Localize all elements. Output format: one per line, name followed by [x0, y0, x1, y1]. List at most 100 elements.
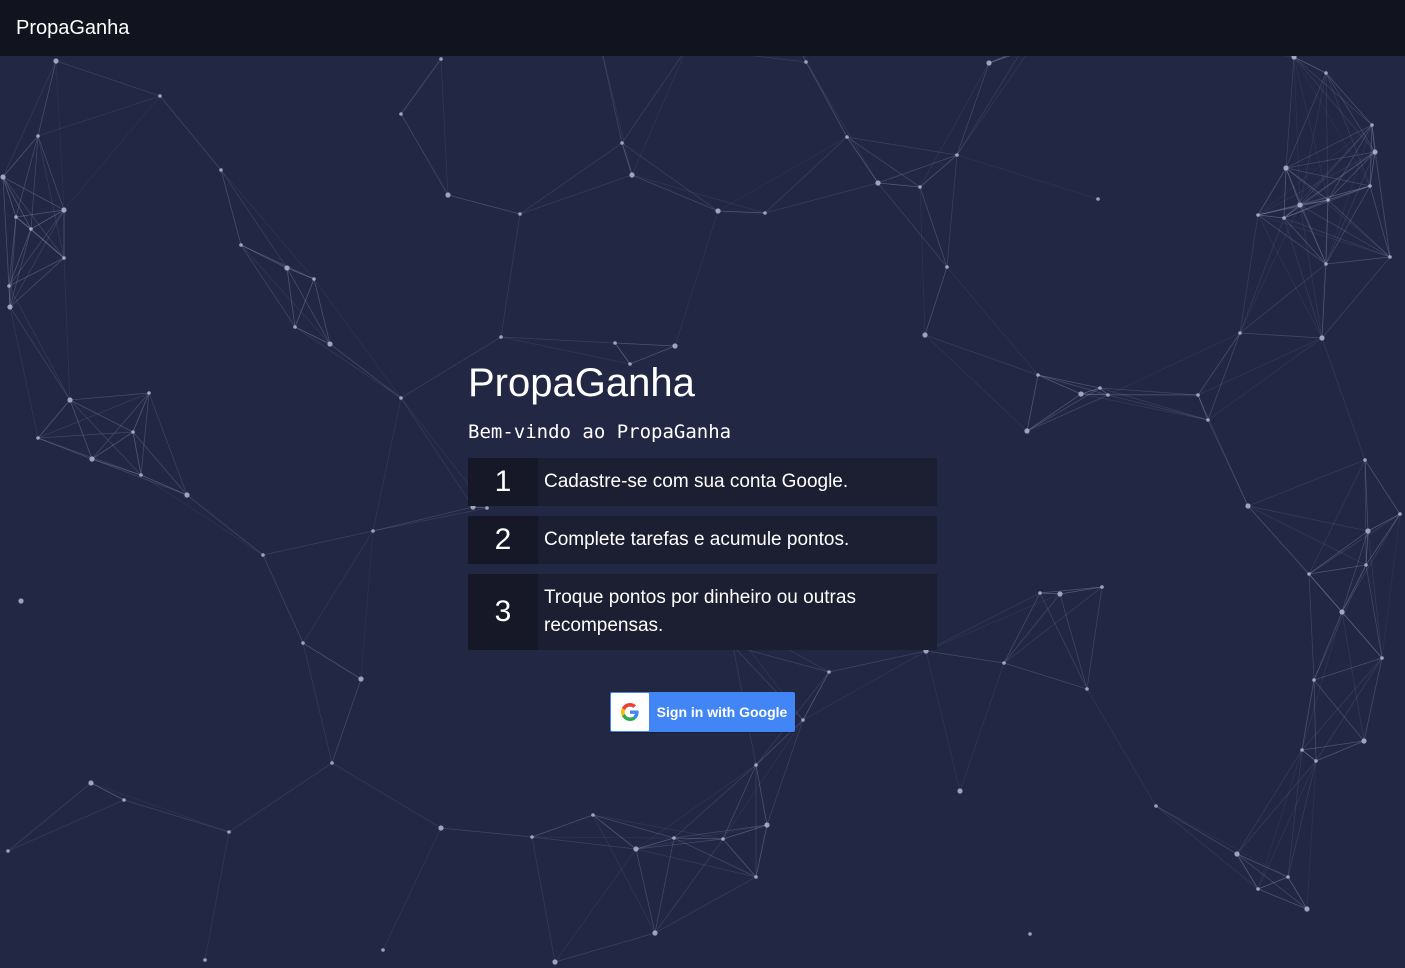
network-node [1024, 428, 1030, 434]
network-node [1312, 678, 1316, 682]
network-line [55, 60, 65, 211]
network-line [1299, 124, 1373, 206]
network-line [1364, 459, 1401, 515]
network-line [37, 437, 142, 476]
network-line [7, 799, 125, 852]
network-line [186, 494, 264, 556]
network-line [1371, 124, 1391, 258]
network-line [1301, 749, 1317, 762]
network-node [14, 215, 18, 219]
network-line [90, 782, 125, 801]
network-line [1257, 760, 1317, 890]
network-line [1327, 199, 1391, 258]
network-node [227, 830, 231, 834]
network-line [140, 474, 188, 496]
network-node [1154, 804, 1158, 808]
network-node [1245, 503, 1251, 509]
google-logo-container [611, 693, 649, 731]
network-line [1247, 505, 1369, 532]
network-node [1300, 748, 1304, 752]
network-line [1086, 688, 1157, 807]
network-line [925, 650, 1005, 664]
network-line [63, 257, 71, 401]
network-line [1293, 56, 1376, 153]
network-line [1099, 387, 1209, 421]
network-line [1247, 459, 1366, 507]
network-node [845, 135, 849, 139]
network-node [721, 837, 725, 841]
network-node [1370, 123, 1374, 127]
network-line [766, 719, 804, 826]
network-line [722, 838, 757, 878]
network-line [8, 228, 32, 287]
network-line [1321, 337, 1366, 461]
network-line [1257, 749, 1303, 890]
navbar-brand[interactable]: PropaGanha [16, 17, 129, 40]
steps-list: 1 Cadastre-se com sua conta Google. 2 Co… [468, 458, 937, 650]
network-node [61, 207, 67, 213]
network-line [294, 278, 315, 328]
network-line [1236, 760, 1317, 855]
network-line [877, 182, 948, 268]
network-line [1381, 513, 1401, 659]
network-line [531, 836, 637, 850]
network-line [877, 154, 958, 184]
network-line [1306, 760, 1317, 910]
network-node [131, 430, 135, 434]
network-line [631, 174, 766, 214]
network-line [1026, 394, 1109, 432]
network-node [499, 335, 503, 339]
google-sign-in-button[interactable]: Sign in with Google [610, 692, 795, 732]
page-subtitle: Bem-vindo ao PropaGanha [468, 421, 732, 443]
page-title: PropaGanha [468, 361, 695, 405]
network-line [9, 228, 32, 308]
network-line [69, 392, 150, 401]
network-line [925, 593, 1061, 652]
network-line [1283, 217, 1323, 339]
network-line [302, 642, 333, 764]
network-node [445, 192, 451, 198]
network-line [673, 837, 724, 840]
network-line [1247, 505, 1367, 566]
network-node [1028, 932, 1032, 936]
network-node [530, 835, 534, 839]
network-node [552, 959, 558, 965]
network-node [184, 492, 190, 498]
network-line [755, 764, 768, 826]
network-line [132, 431, 188, 496]
network-line [1293, 56, 1373, 126]
network-line [919, 62, 990, 188]
network-line [1257, 167, 1287, 216]
network-line [1037, 374, 1109, 396]
network-node [1057, 591, 1063, 597]
network-node [804, 60, 808, 64]
network-line [1301, 740, 1365, 751]
network-line [15, 209, 65, 218]
network-node [620, 141, 624, 145]
network-node [986, 60, 992, 66]
network-line [1003, 662, 1088, 690]
network-line [400, 113, 449, 196]
network-node [1365, 528, 1371, 534]
network-node [89, 456, 95, 462]
network-line [1287, 876, 1308, 910]
network-node [6, 849, 10, 853]
network-node [1364, 563, 1368, 567]
network-node [36, 436, 40, 440]
network-line [329, 343, 402, 399]
network-line [919, 186, 926, 336]
step-text: Cadastre-se com sua conta Google. [544, 471, 849, 492]
network-line [1037, 374, 1082, 395]
network-line [1003, 592, 1041, 664]
network-line [755, 824, 768, 878]
network-node [1361, 738, 1367, 744]
network-line [132, 431, 142, 476]
network-node [1326, 198, 1330, 202]
network-line [959, 662, 1005, 792]
network-line [1325, 72, 1376, 153]
network-line [313, 278, 331, 345]
network-line [294, 326, 402, 399]
network-node [1256, 887, 1260, 891]
network-line [1325, 72, 1329, 201]
network-line [8, 285, 11, 308]
